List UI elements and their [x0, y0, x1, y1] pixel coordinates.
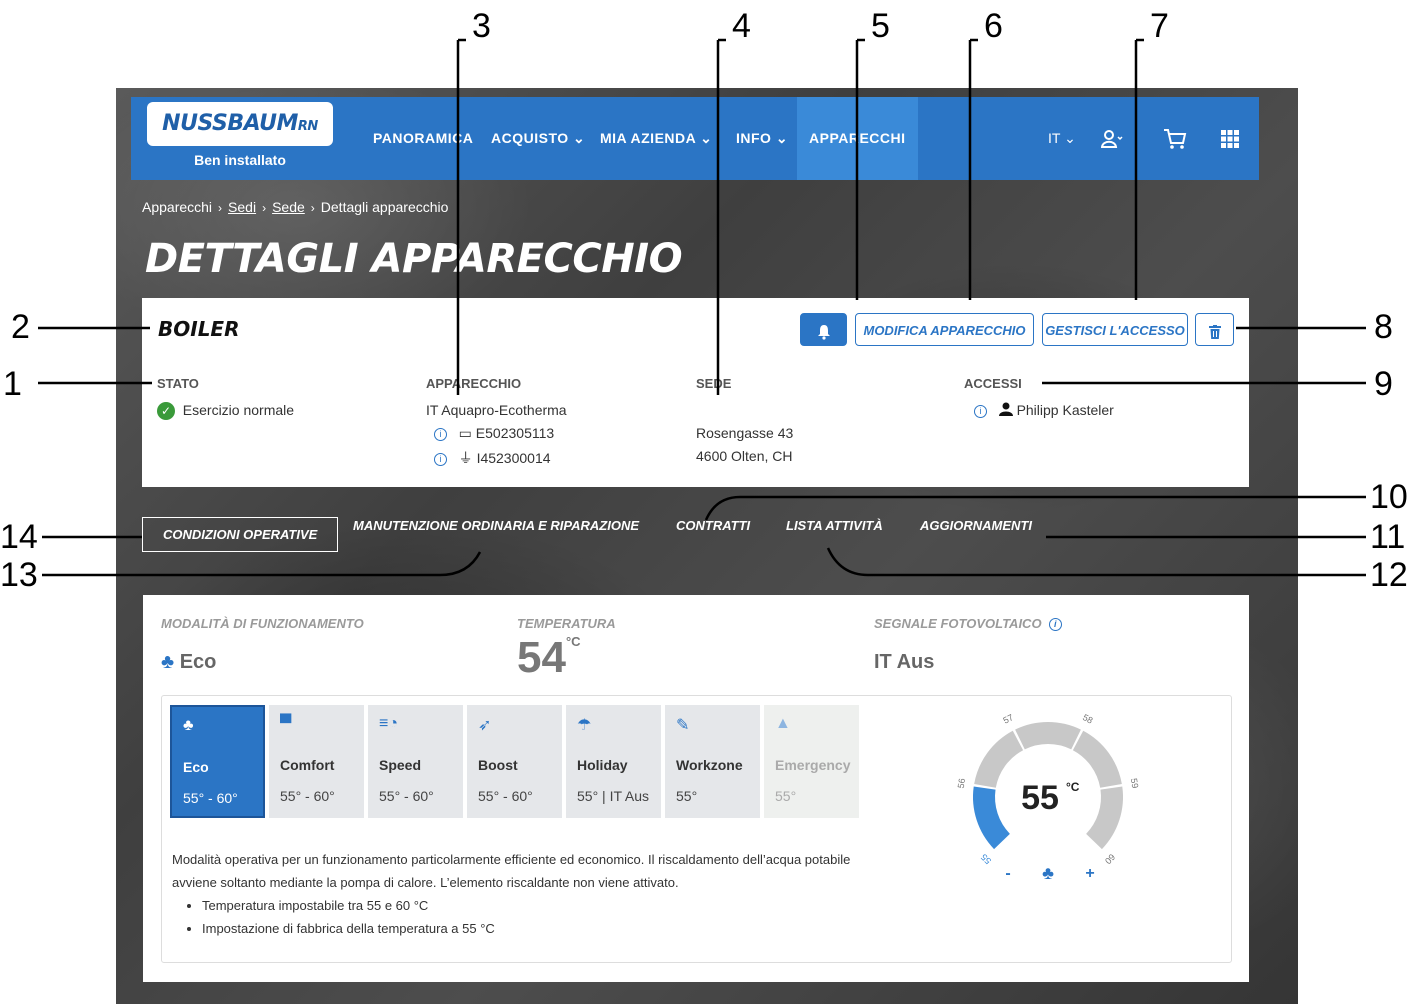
callout-14: 14: [0, 518, 38, 556]
callout-1: 1: [3, 365, 22, 403]
callout-6: 6: [984, 7, 1003, 45]
callout-3: 3: [472, 7, 491, 45]
callout-10: 10: [1370, 478, 1408, 516]
callout-2: 2: [11, 308, 30, 346]
callout-13: 13: [0, 556, 38, 594]
callout-5: 5: [871, 7, 890, 45]
callout-lines: [38, 38, 1366, 577]
callout-12: 12: [1370, 556, 1408, 594]
callout-7: 7: [1150, 7, 1169, 45]
callout-8: 8: [1374, 308, 1393, 346]
callout-4: 4: [732, 7, 751, 45]
callout-9: 9: [1374, 365, 1393, 403]
callout-11: 11: [1370, 518, 1406, 556]
